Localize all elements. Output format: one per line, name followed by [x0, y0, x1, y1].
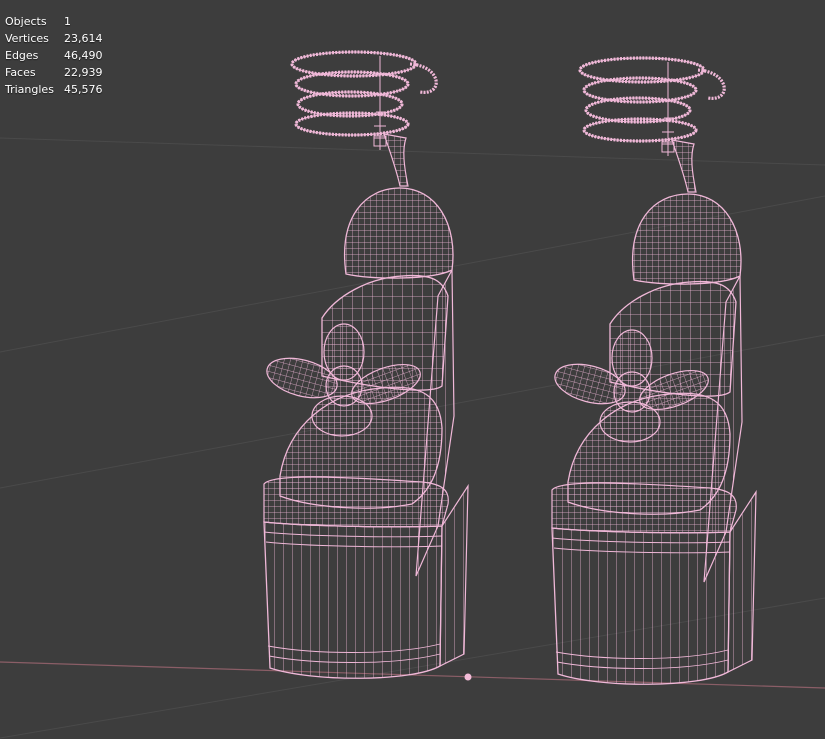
- stat-value: 23,614: [64, 32, 103, 45]
- stat-label: Faces: [5, 66, 36, 79]
- viewport-scene[interactable]: [0, 0, 825, 739]
- stat-value: 46,490: [64, 49, 103, 62]
- scene-statistics-overlay: Objects 1 Vertices 23,614 Edges 46,490 F…: [5, 13, 103, 98]
- stat-label: Triangles: [5, 83, 54, 96]
- object-origin-point[interactable]: [464, 673, 472, 681]
- wireframe-shoe-right[interactable]: [548, 56, 758, 686]
- stat-label: Objects: [5, 15, 47, 28]
- stat-label: Edges: [5, 49, 39, 62]
- stat-row-objects: Objects 1: [5, 13, 103, 30]
- stat-row-edges: Edges 46,490: [5, 47, 103, 64]
- wireframe-shoe-left[interactable]: [260, 50, 470, 680]
- stat-value: 45,576: [64, 83, 103, 96]
- stat-label: Vertices: [5, 32, 49, 45]
- stat-row-vertices: Vertices 23,614: [5, 30, 103, 47]
- stat-row-triangles: Triangles 45,576: [5, 81, 103, 98]
- stat-value: 1: [64, 15, 71, 28]
- stat-row-faces: Faces 22,939: [5, 64, 103, 81]
- stat-value: 22,939: [64, 66, 103, 79]
- 3d-viewport[interactable]: Objects 1 Vertices 23,614 Edges 46,490 F…: [0, 0, 825, 739]
